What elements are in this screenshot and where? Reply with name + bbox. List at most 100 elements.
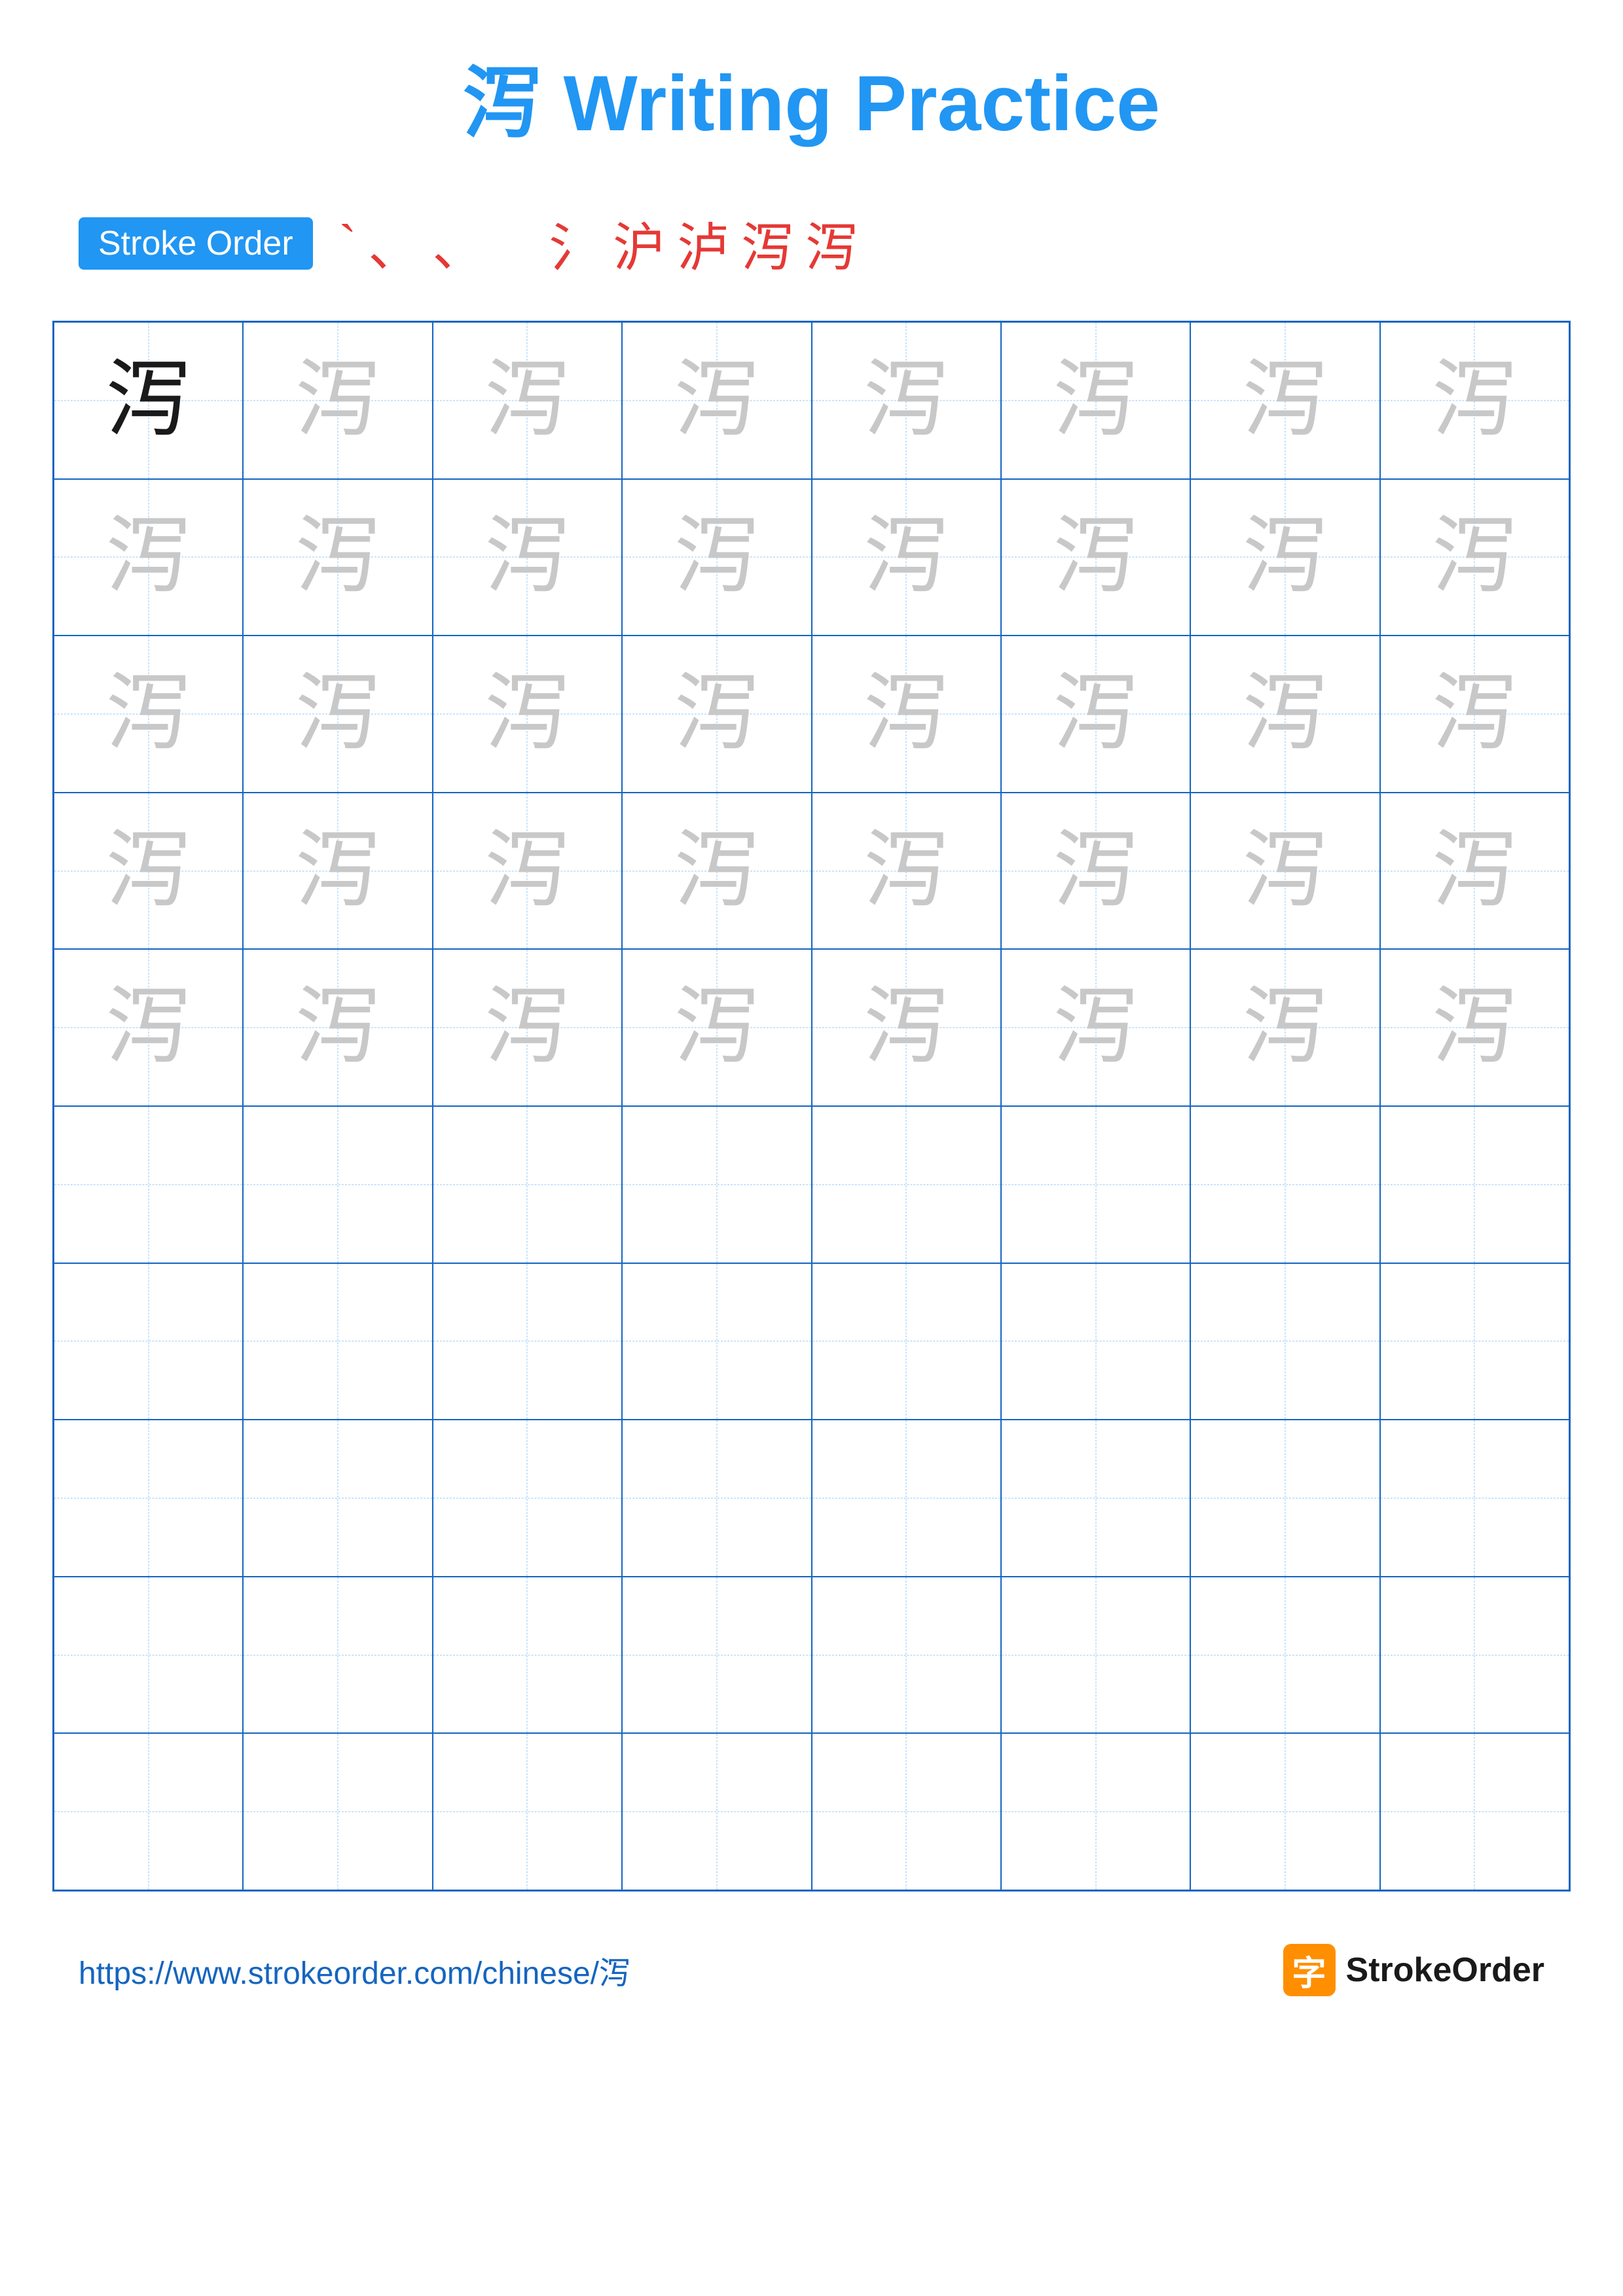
practice-char: 泻 <box>1243 358 1328 443</box>
grid-cell-r3c2[interactable]: 泻 <box>243 636 432 793</box>
grid-cell-r5c4[interactable]: 泻 <box>622 949 811 1106</box>
grid-cell-r9c2[interactable] <box>243 1577 432 1734</box>
grid-cell-r9c4[interactable] <box>622 1577 811 1734</box>
grid-cell-r1c1[interactable]: 泻 <box>54 322 243 479</box>
practice-char: 泻 <box>1053 514 1139 600</box>
practice-char: 泻 <box>295 358 380 443</box>
practice-char: 泻 <box>106 829 191 914</box>
grid-cell-r4c4[interactable]: 泻 <box>622 793 811 950</box>
grid-cell-r1c7[interactable]: 泻 <box>1190 322 1379 479</box>
grid-cell-r5c1[interactable]: 泻 <box>54 949 243 1106</box>
grid-cell-r3c7[interactable]: 泻 <box>1190 636 1379 793</box>
grid-cell-r8c7[interactable] <box>1190 1420 1379 1577</box>
grid-cell-r8c1[interactable] <box>54 1420 243 1577</box>
grid-cell-r6c6[interactable] <box>1001 1106 1190 1263</box>
grid-cell-r10c6[interactable] <box>1001 1733 1190 1890</box>
grid-cell-r4c6[interactable]: 泻 <box>1001 793 1190 950</box>
grid-cell-r7c7[interactable] <box>1190 1263 1379 1420</box>
stroke-char-3: 、 <box>432 206 484 281</box>
practice-char: 泻 <box>1053 672 1139 757</box>
practice-char: 泻 <box>295 829 380 914</box>
footer-brand-name: StrokeOrder <box>1346 1950 1544 1990</box>
grid-cell-r4c8[interactable]: 泻 <box>1380 793 1569 950</box>
grid-cell-r7c2[interactable] <box>243 1263 432 1420</box>
grid-cell-r2c2[interactable]: 泻 <box>243 479 432 636</box>
grid-cell-r7c1[interactable] <box>54 1263 243 1420</box>
practice-char: 泻 <box>106 358 191 443</box>
grid-cell-r5c8[interactable]: 泻 <box>1380 949 1569 1106</box>
grid-cell-r3c4[interactable]: 泻 <box>622 636 811 793</box>
grid-cell-r2c4[interactable]: 泻 <box>622 479 811 636</box>
grid-cell-r10c2[interactable] <box>243 1733 432 1890</box>
grid-cell-r5c7[interactable]: 泻 <box>1190 949 1379 1106</box>
grid-cell-r7c6[interactable] <box>1001 1263 1190 1420</box>
grid-cell-r6c5[interactable] <box>812 1106 1001 1263</box>
grid-cell-r10c4[interactable] <box>622 1733 811 1890</box>
grid-cell-r5c2[interactable]: 泻 <box>243 949 432 1106</box>
grid-cell-r6c4[interactable] <box>622 1106 811 1263</box>
grid-cell-r9c1[interactable] <box>54 1577 243 1734</box>
grid-cell-r7c8[interactable] <box>1380 1263 1569 1420</box>
grid-cell-r10c3[interactable] <box>433 1733 622 1890</box>
grid-cell-r10c1[interactable] <box>54 1733 243 1890</box>
grid-cell-r3c5[interactable]: 泻 <box>812 636 1001 793</box>
grid-cell-r8c4[interactable] <box>622 1420 811 1577</box>
grid-cell-r2c5[interactable]: 泻 <box>812 479 1001 636</box>
grid-cell-r9c3[interactable] <box>433 1577 622 1734</box>
practice-char: 泻 <box>1243 672 1328 757</box>
practice-char: 泻 <box>106 514 191 600</box>
grid-cell-r10c5[interactable] <box>812 1733 1001 1890</box>
grid-cell-r2c7[interactable]: 泻 <box>1190 479 1379 636</box>
grid-cell-r2c6[interactable]: 泻 <box>1001 479 1190 636</box>
grid-cell-r10c7[interactable] <box>1190 1733 1379 1890</box>
grid-cell-r2c1[interactable]: 泻 <box>54 479 243 636</box>
grid-cell-r4c7[interactable]: 泻 <box>1190 793 1379 950</box>
grid-cell-r5c5[interactable]: 泻 <box>812 949 1001 1106</box>
grid-cell-r5c6[interactable]: 泻 <box>1001 949 1190 1106</box>
grid-cell-r10c8[interactable] <box>1380 1733 1569 1890</box>
grid-cell-r4c1[interactable]: 泻 <box>54 793 243 950</box>
grid-cell-r1c2[interactable]: 泻 <box>243 322 432 479</box>
grid-cell-r8c6[interactable] <box>1001 1420 1190 1577</box>
practice-char: 泻 <box>864 514 949 600</box>
grid-cell-r3c6[interactable]: 泻 <box>1001 636 1190 793</box>
grid-cell-r8c3[interactable] <box>433 1420 622 1577</box>
grid-cell-r5c3[interactable]: 泻 <box>433 949 622 1106</box>
grid-cell-r9c6[interactable] <box>1001 1577 1190 1734</box>
practice-char: 泻 <box>1053 358 1139 443</box>
grid-cell-r1c5[interactable]: 泻 <box>812 322 1001 479</box>
grid-cell-r9c7[interactable] <box>1190 1577 1379 1734</box>
grid-cell-r8c5[interactable] <box>812 1420 1001 1577</box>
practice-char: 泻 <box>484 829 570 914</box>
grid-cell-r1c4[interactable]: 泻 <box>622 322 811 479</box>
practice-char: 泻 <box>864 985 949 1070</box>
grid-cell-r7c3[interactable] <box>433 1263 622 1420</box>
grid-cell-r3c8[interactable]: 泻 <box>1380 636 1569 793</box>
grid-cell-r6c1[interactable] <box>54 1106 243 1263</box>
grid-cell-r7c4[interactable] <box>622 1263 811 1420</box>
practice-char: 泻 <box>1243 985 1328 1070</box>
grid-cell-r4c3[interactable]: 泻 <box>433 793 622 950</box>
grid-cell-r6c8[interactable] <box>1380 1106 1569 1263</box>
grid-cell-r1c6[interactable]: 泻 <box>1001 322 1190 479</box>
grid-cell-r2c3[interactable]: 泻 <box>433 479 622 636</box>
grid-cell-r1c3[interactable]: 泻 <box>433 322 622 479</box>
grid-cell-r7c5[interactable] <box>812 1263 1001 1420</box>
grid-cell-r4c5[interactable]: 泻 <box>812 793 1001 950</box>
grid-cell-r8c8[interactable] <box>1380 1420 1569 1577</box>
grid-cell-r3c3[interactable]: 泻 <box>433 636 622 793</box>
grid-cell-r2c8[interactable]: 泻 <box>1380 479 1569 636</box>
grid-cell-r8c2[interactable] <box>243 1420 432 1577</box>
stroke-char-4: 氵 <box>496 206 601 281</box>
grid-cell-r6c3[interactable] <box>433 1106 622 1263</box>
stroke-order-badge: Stroke Order <box>79 217 313 270</box>
grid-cell-r9c5[interactable] <box>812 1577 1001 1734</box>
grid-cell-r6c7[interactable] <box>1190 1106 1379 1263</box>
footer: https://www.strokeorder.com/chinese/泻 字 … <box>52 1944 1571 1996</box>
grid-cell-r1c8[interactable]: 泻 <box>1380 322 1569 479</box>
grid-cell-r4c2[interactable]: 泻 <box>243 793 432 950</box>
grid-cell-r3c1[interactable]: 泻 <box>54 636 243 793</box>
stroke-char-2: 、 <box>368 206 420 281</box>
grid-cell-r9c8[interactable] <box>1380 1577 1569 1734</box>
grid-cell-r6c2[interactable] <box>243 1106 432 1263</box>
